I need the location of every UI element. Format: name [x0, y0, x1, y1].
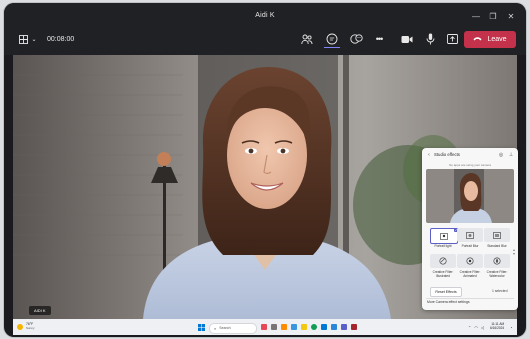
layout-grid-icon[interactable]: [18, 34, 28, 44]
leave-label: Leave: [487, 36, 507, 43]
studio-effects-panel: ‹ Studio effects ◎ ⊥ No apps are using y…: [422, 148, 518, 310]
effect-standard-blur-option[interactable]: [484, 228, 510, 242]
camera-status-text: No apps are using your camera: [449, 163, 491, 167]
divider: [426, 298, 514, 299]
windows-logo-icon: [198, 323, 205, 331]
file-explorer-icon[interactable]: [301, 324, 307, 330]
weather-widget[interactable]: 76°F Sunny: [17, 322, 35, 332]
notifications-icon[interactable]: ◔: [510, 322, 512, 332]
teams-icon[interactable]: [341, 324, 347, 330]
taskbar-search-box[interactable]: ⌕ Search: [209, 322, 257, 334]
chat-icon[interactable]: [324, 31, 340, 48]
windows-taskbar: 76°F Sunny ⌕ Search ⌃ ◠ ◁ 11:11 AM 6/16/…: [13, 319, 517, 335]
effect-watercolor-option[interactable]: [484, 254, 510, 268]
portrait-blur-icon: [466, 231, 474, 239]
animated-filter-icon: [466, 257, 474, 265]
wifi-icon: ◠: [474, 324, 478, 330]
effect-label: Portrait light: [434, 244, 452, 248]
app-icon-4[interactable]: [331, 324, 337, 330]
window-title: Aidi K: [255, 12, 275, 19]
edge-icon[interactable]: [311, 324, 317, 330]
back-arrow-icon[interactable]: ‹: [426, 152, 432, 158]
chevron-down-icon[interactable]: ⌄: [30, 34, 38, 44]
effect-label: Creative Filter: Watercolor: [486, 270, 508, 278]
reset-effects-button[interactable]: Reset Effects: [430, 287, 462, 297]
scroll-arrows-icon[interactable]: ▴ ▾: [512, 246, 516, 258]
chevron-up-icon: ⌃: [468, 324, 472, 330]
teams-window: Aidi K — ❐ ✕ ⌄ 00:08:00 ••• Leave AIDI K…: [4, 3, 526, 337]
camera-settings-icon[interactable]: ◎: [498, 152, 504, 158]
people-icon[interactable]: [301, 33, 313, 45]
store-icon[interactable]: [321, 324, 327, 330]
close-icon[interactable]: ✕: [506, 11, 516, 21]
camera-preview: [426, 169, 514, 223]
task-view-icon[interactable]: [271, 324, 277, 330]
weather-desc: Sunny: [26, 326, 35, 330]
effect-label: Creative Filter: Animated: [459, 270, 481, 278]
effect-label: Portrait Blur: [461, 244, 479, 248]
camera-icon[interactable]: [400, 33, 413, 45]
effect-portrait-light-option[interactable]: ✓: [430, 228, 458, 244]
app-icon-5[interactable]: [351, 324, 357, 330]
sun-icon: [17, 324, 23, 330]
standard-blur-icon: [493, 231, 501, 239]
start-button[interactable]: [198, 322, 205, 332]
effect-animated-option[interactable]: [457, 254, 483, 268]
selected-count: 1 selected: [492, 289, 508, 293]
microphone-icon[interactable]: [424, 32, 436, 46]
watercolor-filter-icon: [493, 257, 501, 265]
search-icon: ⌕: [214, 325, 217, 331]
leave-button[interactable]: Leave: [464, 31, 516, 48]
effect-portrait-blur-option[interactable]: [457, 228, 483, 242]
search-placeholder: Search: [219, 326, 231, 330]
more-camera-settings-link[interactable]: More Camera effect settings: [427, 300, 470, 304]
illustrated-filter-icon: [439, 257, 447, 265]
app-icon-2[interactable]: [281, 324, 287, 330]
studio-effects-title: Studio effects: [434, 152, 460, 157]
effect-illustrated-option[interactable]: [430, 254, 456, 268]
share-screen-icon[interactable]: [446, 32, 459, 45]
portrait-light-icon: [440, 232, 448, 240]
meeting-controls-bar: ⌄ 00:08:00 ••• Leave: [4, 25, 526, 55]
app-icon-3[interactable]: [291, 324, 297, 330]
more-options-icon[interactable]: •••: [373, 33, 385, 45]
clock-date: 6/16/2024: [490, 326, 505, 330]
system-tray[interactable]: ⌃ ◠ ◁: [468, 322, 484, 332]
meeting-timer: 00:08:00: [47, 36, 75, 43]
effect-label: Standard Blur: [487, 244, 507, 248]
participant-name-tag: AIDI K: [29, 306, 51, 315]
hang-up-icon: [473, 36, 482, 43]
pin-icon[interactable]: ⊥: [508, 152, 514, 158]
reactions-icon[interactable]: [350, 33, 363, 45]
maximize-icon[interactable]: ❐: [488, 11, 498, 21]
taskbar-clock[interactable]: 11:11 AM 6/16/2024: [490, 322, 504, 332]
effect-label: Creative Filter: Illustrated: [432, 270, 454, 278]
app-icon-1[interactable]: [261, 324, 267, 330]
volume-icon: ◁: [480, 324, 484, 330]
taskbar-pinned-apps: [261, 322, 357, 332]
minimize-icon[interactable]: —: [471, 11, 481, 21]
